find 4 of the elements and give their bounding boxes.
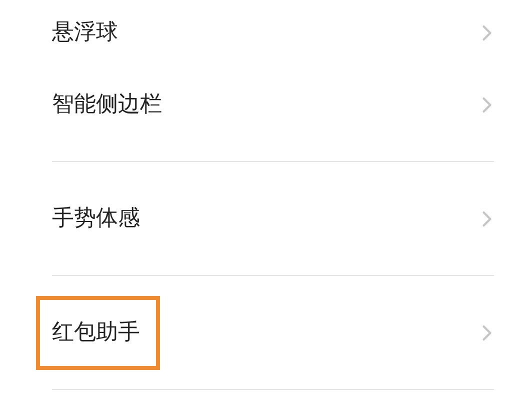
setting-label[interactable]: 悬浮球	[52, 22, 118, 44]
setting-label[interactable]: 红包助手	[52, 322, 140, 344]
setting-label[interactable]: 智能侧边栏	[52, 94, 162, 116]
setting-label[interactable]: 手势体感	[52, 208, 140, 230]
